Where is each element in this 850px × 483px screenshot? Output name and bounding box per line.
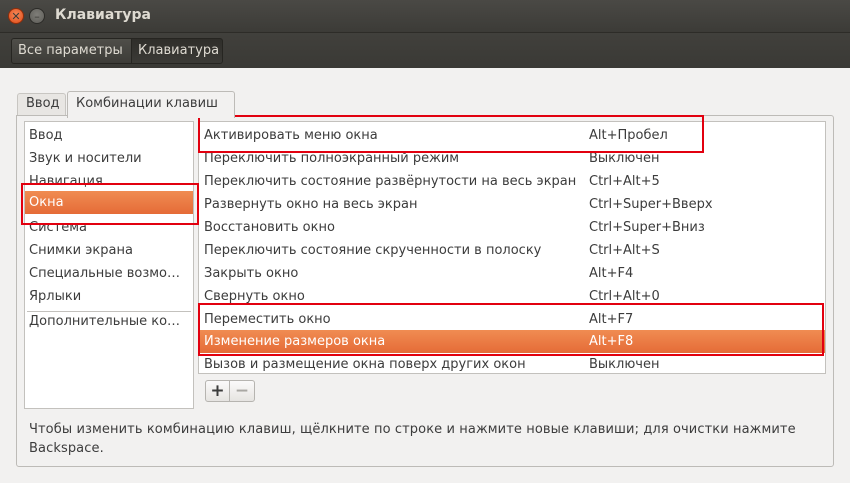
toolbar: Все параметры Клавиатура [0,32,850,68]
shortcut-name: Переключить состояние скрученности в пол… [204,243,542,258]
shortcut-row[interactable]: Восстановить окно Ctrl+Super+Вниз [199,216,825,239]
shortcut-key: Ctrl+Alt+0 [589,289,660,304]
shortcut-key: Ctrl+Alt+S [589,243,660,258]
tab-shortcuts[interactable]: Комбинации клавиш [67,91,235,118]
category-item-custom[interactable]: Дополнительные ко… [25,310,193,333]
shortcut-key: Alt+F7 [589,312,634,327]
shortcut-key: Ctrl+Super+Вниз [589,220,705,235]
shortcut-key: Ctrl+Super+Вверх [589,197,713,212]
close-window-button[interactable]: ✕ [8,8,24,24]
shortcut-name: Переключить состояние развёрнутости на в… [204,174,577,189]
shortcut-key: Alt+F4 [589,266,634,281]
shortcut-row[interactable]: Развернуть окно на весь экран Ctrl+Super… [199,193,825,216]
shortcut-row[interactable]: Переключить состояние развёрнутости на в… [199,170,825,193]
shortcut-name: Свернуть окно [204,289,305,304]
shortcut-row[interactable]: Свернуть окно Ctrl+Alt+0 [199,285,825,308]
add-remove-buttons: + − [205,380,255,402]
category-item-system[interactable]: Система [25,216,193,239]
minimize-icon: – [34,10,40,23]
shortcut-key: Alt+Пробел [589,128,668,143]
category-item-navigation[interactable]: Навигация [25,170,193,193]
shortcut-row[interactable]: Переключить состояние скрученности в пол… [199,239,825,262]
shortcut-name: Закрыть окно [204,266,299,281]
shortcut-key: Выключен [589,357,660,372]
shortcut-name: Изменение размеров окна [204,334,386,349]
close-icon: ✕ [11,10,21,23]
minus-icon: − [234,381,250,401]
shortcut-name: Переключить полноэкранный режим [204,151,460,166]
shortcut-name: Развернуть окно на весь экран [204,197,418,212]
category-item-screenshots[interactable]: Снимки экрана [25,239,193,262]
scrollbar[interactable] [818,124,824,370]
category-list: Ввод Звук и носители Навигация Окна Сист… [24,121,194,409]
category-item-sound-media[interactable]: Звук и носители [25,147,193,170]
shortcut-row[interactable]: Переключить полноэкранный режим Выключен [199,147,825,170]
shortcut-row[interactable]: Закрыть окно Alt+F4 [199,262,825,285]
shortcut-key: Ctrl+Alt+5 [589,174,660,189]
shortcut-row[interactable]: Переместить окно Alt+F7 [199,308,825,331]
title-bar: ✕ – Клавиатура [0,0,850,32]
shortcut-list: Активировать меню окна Alt+Пробел Перекл… [198,121,826,374]
category-item-input[interactable]: Ввод [25,124,193,147]
window-title: Клавиатура [55,7,151,23]
shortcut-row[interactable]: Активировать меню окна Alt+Пробел [199,124,825,147]
shortcut-name: Активировать меню окна [204,128,378,143]
category-item-accessibility[interactable]: Специальные возмо… [25,262,193,285]
add-shortcut-button[interactable]: + [206,381,230,401]
hint-text: Чтобы изменить комбинацию клавиш, щёлкни… [29,422,796,456]
shortcut-row-selected[interactable]: Изменение размеров окна Alt+F8 [199,330,825,353]
shortcut-key: Выключен [589,151,660,166]
plus-icon: + [210,381,225,401]
minimize-window-button[interactable]: – [29,8,45,24]
shortcut-name: Вызов и размещение окна поверх других ок… [204,357,526,372]
all-settings-button[interactable]: Все параметры [11,38,132,64]
breadcrumb-keyboard[interactable]: Клавиатура [131,38,223,64]
shortcut-row[interactable]: Вызов и размещение окна поверх других ок… [199,353,825,373]
category-item-launchers[interactable]: Ярлыки [25,285,193,308]
tab-input[interactable]: Ввод [17,93,66,116]
shortcut-key: Alt+F8 [589,334,634,349]
category-item-windows[interactable]: Окна [25,191,193,214]
shortcut-name: Восстановить окно [204,220,335,235]
remove-shortcut-button[interactable]: − [230,381,254,401]
shortcut-name: Переместить окно [204,312,331,327]
